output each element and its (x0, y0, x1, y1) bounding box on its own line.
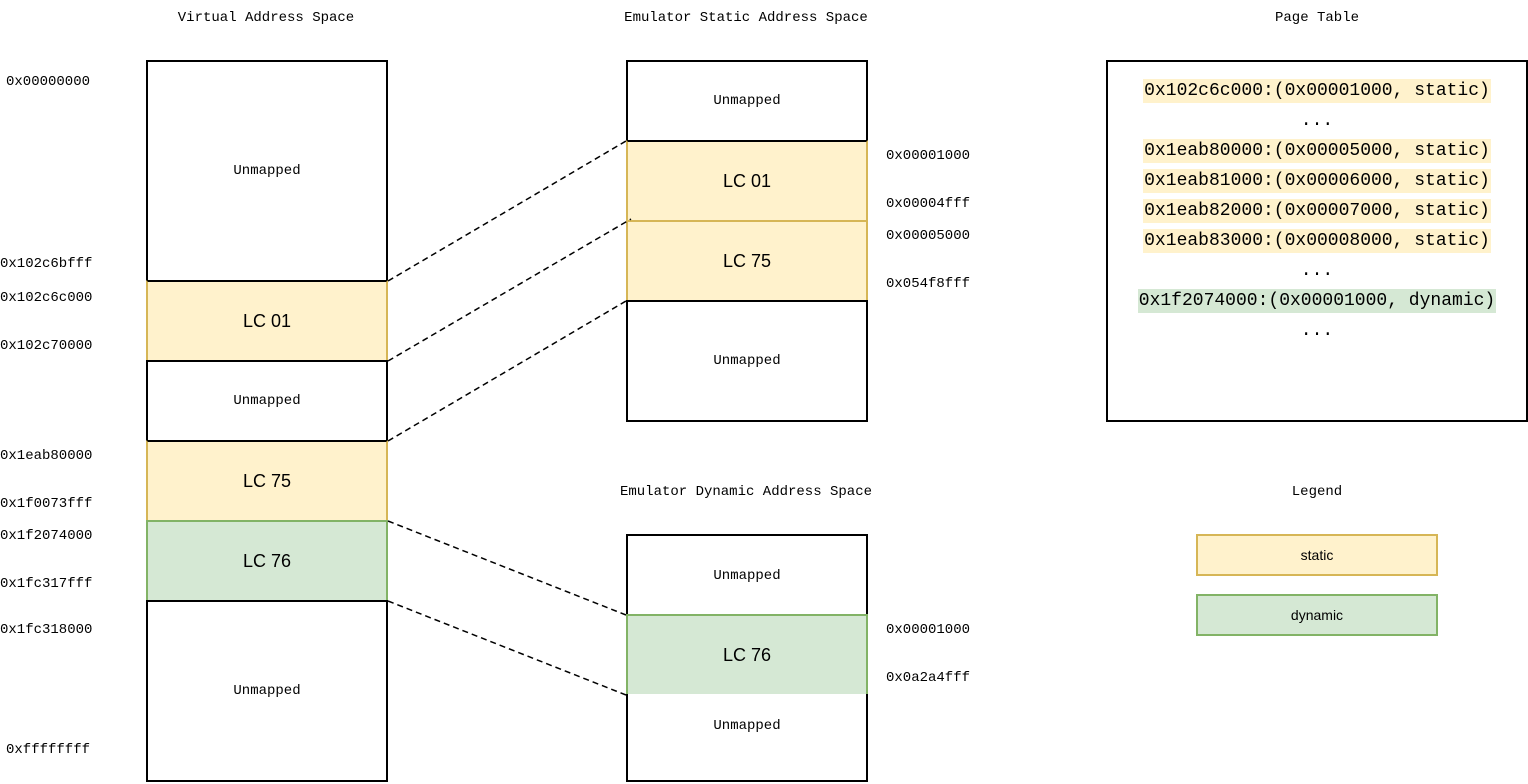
virtual-address-label: 0x00000000 (6, 74, 91, 90)
dynamic-block-unmapped-bottom: Unmapped (626, 694, 868, 782)
mapping-line-lc76-top (387, 520, 627, 616)
virtual-block-unmapped-top: Unmapped (146, 60, 388, 282)
page-table-row: 0x102c6c000:(0x00001000, static) (1108, 78, 1526, 104)
mapping-line-lc75-top (387, 300, 627, 442)
page-table-ellipsis: ... (1300, 261, 1334, 281)
mapping-line-lc01-bottom (387, 218, 632, 362)
static-address-label: 0x00004fff (886, 196, 971, 212)
virtual-address-label: 0x1fc318000 (0, 622, 93, 638)
virtual-address-label: 0x102c70000 (0, 338, 93, 354)
static-address-label: 0x00005000 (886, 228, 971, 244)
virtual-address-label: 0xffffffff (6, 742, 91, 758)
block-label: LC 75 (242, 470, 292, 491)
static-block-lc75: LC 75 (626, 220, 868, 302)
page-table-row: ... (1108, 258, 1526, 284)
page-table-title: Page Table (1274, 10, 1359, 26)
page-table-ellipsis: ... (1300, 321, 1334, 341)
block-label: Unmapped (713, 568, 781, 584)
mapping-line-lc76-bottom (387, 600, 627, 696)
virtual-block-unmapped-mid: Unmapped (146, 360, 388, 442)
virtual-address-label: 0x102c6bfff (0, 256, 93, 272)
page-table-row: ... (1108, 108, 1526, 134)
virtual-address-label: 0x1f2074000 (0, 528, 93, 544)
block-label: Unmapped (233, 393, 301, 409)
static-space-title: Emulator Static Address Space (624, 10, 868, 26)
legend-title: Legend (1291, 484, 1343, 500)
legend-label: dynamic (1290, 607, 1344, 623)
virtual-space-title: Virtual Address Space (177, 10, 355, 26)
page-table-row: 0x1eab82000:(0x00007000, static) (1108, 198, 1526, 224)
block-label: Unmapped (233, 683, 301, 699)
block-label: LC 76 (242, 550, 292, 571)
block-label: LC 75 (722, 250, 772, 271)
dynamic-block-lc76: LC 76 (626, 614, 868, 696)
page-table-row: ... (1108, 318, 1526, 344)
dynamic-space-title: Emulator Dynamic Address Space (619, 484, 873, 500)
virtual-address-label: 0x102c6c000 (0, 290, 93, 306)
legend-label: static (1300, 547, 1334, 563)
block-label: Unmapped (713, 353, 781, 369)
block-label: LC 76 (722, 644, 772, 665)
page-table-row: 0x1eab80000:(0x00005000, static) (1108, 138, 1526, 164)
legend-item-dynamic: dynamic (1196, 594, 1438, 636)
page-table-entry: 0x102c6c000:(0x00001000, static) (1143, 79, 1491, 103)
virtual-address-label: 0x1f0073fff (0, 496, 93, 512)
static-block-lc01: LC 01 (626, 140, 868, 222)
static-address-label: 0x054f8fff (886, 276, 971, 292)
legend-item-static: static (1196, 534, 1438, 576)
virtual-block-lc76: LC 76 (146, 520, 388, 602)
page-table-row: 0x1f2074000:(0x00001000, dynamic) (1108, 288, 1526, 314)
virtual-address-label: 0x1eab80000 (0, 448, 93, 464)
page-table-entry: 0x1f2074000:(0x00001000, dynamic) (1137, 289, 1497, 313)
mapping-line-lc01-top (387, 140, 627, 282)
page-table-row: 0x1eab81000:(0x00006000, static) (1108, 168, 1526, 194)
static-block-unmapped-bottom: Unmapped (626, 300, 868, 422)
block-label: Unmapped (713, 718, 781, 734)
page-table-row: 0x1eab83000:(0x00008000, static) (1108, 228, 1526, 254)
virtual-address-label: 0x1fc317fff (0, 576, 93, 592)
page-table-ellipsis: ... (1300, 111, 1334, 131)
dynamic-block-unmapped-top: Unmapped (626, 534, 868, 616)
static-address-label: 0x00001000 (886, 148, 971, 164)
virtual-block-unmapped-bottom: Unmapped (146, 600, 388, 782)
dynamic-address-label: 0x00001000 (886, 622, 971, 638)
page-table: 0x102c6c000:(0x00001000, static) ... 0x1… (1106, 60, 1528, 422)
static-block-unmapped-top: Unmapped (626, 60, 868, 142)
page-table-entry: 0x1eab82000:(0x00007000, static) (1143, 199, 1491, 223)
block-label: LC 01 (722, 170, 772, 191)
block-label: Unmapped (233, 163, 301, 179)
virtual-block-lc75: LC 75 (146, 440, 388, 522)
page-table-entry: 0x1eab80000:(0x00005000, static) (1143, 139, 1491, 163)
virtual-block-lc01: LC 01 (146, 280, 388, 362)
block-label: LC 01 (242, 310, 292, 331)
page-table-entry: 0x1eab81000:(0x00006000, static) (1143, 169, 1491, 193)
page-table-entry: 0x1eab83000:(0x00008000, static) (1143, 229, 1491, 253)
dynamic-address-label: 0x0a2a4fff (886, 670, 971, 686)
block-label: Unmapped (713, 93, 781, 109)
